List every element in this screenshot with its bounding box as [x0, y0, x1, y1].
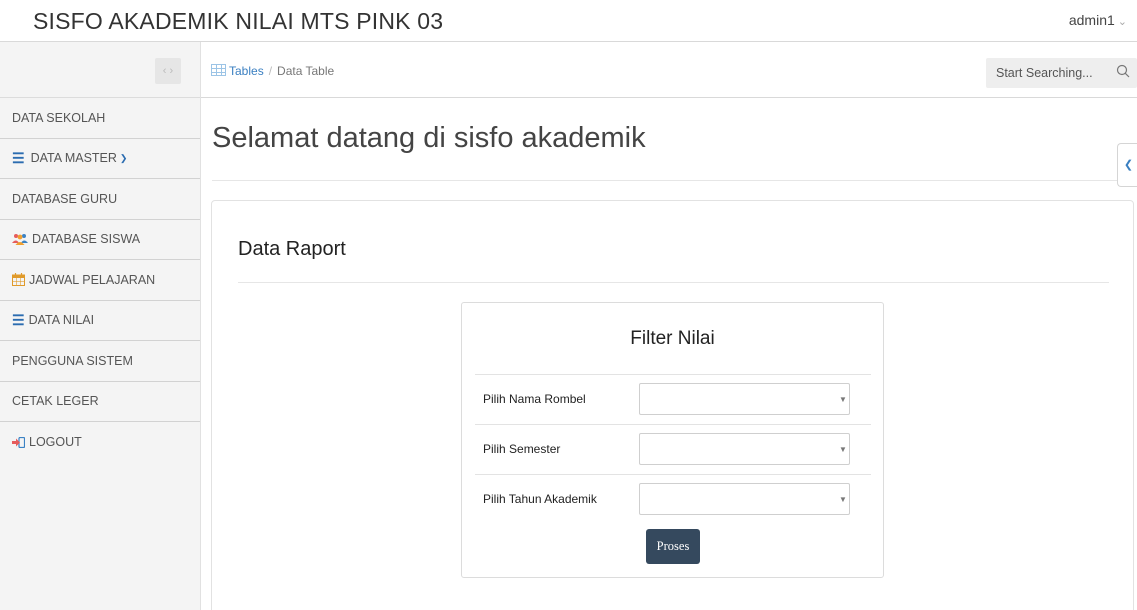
settings-panel-toggle[interactable]: ❮ [1117, 143, 1137, 187]
sidebar-item-pengguna-sistem[interactable]: PENGGUNA SISTEM [0, 341, 200, 382]
sidebar-item-label: DATABASE SISWA [32, 232, 141, 247]
filter-row-rombel: Pilih Nama Rombel ▼ [475, 374, 871, 424]
sidebar-item-label: PENGGUNA SISTEM [12, 353, 133, 368]
filter-nilai-box: Filter Nilai Pilih Nama Rombel ▼ Pilih S… [461, 302, 884, 578]
sidebar-item-jadwal-pelajaran[interactable]: JADWAL PELAJARAN [0, 260, 200, 301]
sidebar-item-label: DATA NILAI [28, 313, 95, 328]
filter-title: Filter Nilai [630, 328, 715, 349]
breadcrumb-bar: Tables / Data Table [201, 42, 1137, 98]
panel-title: Data Raport [238, 238, 346, 260]
sidebar-item-data-sekolah[interactable]: DATA SEKOLAH [0, 98, 200, 139]
sidebar-item-label: CETAK LEGER [12, 394, 99, 409]
logout-icon [12, 436, 25, 448]
bars-icon: ☰ [12, 149, 25, 166]
sidebar-item-logout[interactable]: LOGOUT [0, 422, 200, 463]
breadcrumb-current: Data Table [277, 64, 335, 78]
rombel-select[interactable] [639, 383, 850, 415]
sidebar-item-cetak-leger[interactable]: CETAK LEGER [0, 382, 200, 422]
breadcrumb: Tables / Data Table [211, 64, 334, 78]
users-icon [12, 234, 28, 246]
bars-icon: ☰ [12, 311, 25, 328]
chevron-down-icon: ⌄ [1117, 16, 1127, 28]
search-input[interactable] [986, 58, 1104, 88]
sidebar-item-label: DATA MASTER [30, 151, 117, 166]
sidebar-item-label: LOGOUT [29, 435, 82, 450]
divider [212, 180, 1132, 181]
chevron-down-icon: ❯ [119, 152, 128, 163]
field-label: Pilih Semester [483, 442, 561, 456]
tahun-akademik-select[interactable] [639, 483, 850, 515]
user-name: admin1 [1068, 12, 1115, 28]
field-label: Pilih Tahun Akademik [483, 492, 597, 506]
user-menu[interactable]: admin1 ⌄ [1069, 12, 1127, 28]
sidebar: ‹ › DATA SEKOLAH ☰ DATA MASTER ❯ DATABAS… [0, 42, 201, 610]
sidebar-item-database-guru[interactable]: DATABASE GURU [0, 179, 200, 220]
sidebar-item-label: DATA SEKOLAH [12, 110, 106, 125]
search-icon[interactable] [1116, 64, 1130, 78]
page-title: Selamat datang di sisfo akademik [212, 122, 646, 154]
app-title: SISFO AKADEMIK NILAI MTS PINK 03 [33, 8, 444, 34]
table-icon [211, 64, 226, 76]
sidebar-toggle-button[interactable]: ‹ › [155, 58, 181, 84]
chevron-left-icon: ❮ [1123, 159, 1134, 171]
divider [238, 282, 1109, 283]
sidebar-item-database-siswa[interactable]: DATABASE SISWA [0, 220, 200, 260]
sidebar-item-label: JADWAL PELAJARAN [29, 272, 156, 287]
proses-button[interactable]: Proses [646, 529, 700, 564]
filter-row-tahun-akademik: Pilih Tahun Akademik ▼ [475, 474, 871, 524]
breadcrumb-link-tables[interactable]: Tables [229, 64, 264, 78]
filter-row-semester: Pilih Semester ▼ [475, 424, 871, 474]
semester-select[interactable] [639, 433, 850, 465]
sidebar-header: ‹ › [0, 42, 200, 98]
field-label: Pilih Nama Rombel [483, 392, 586, 406]
code-arrows-icon: ‹ › [162, 65, 174, 77]
sidebar-item-data-master[interactable]: ☰ DATA MASTER ❯ [0, 139, 200, 179]
top-navbar: SISFO AKADEMIK NILAI MTS PINK 03 admin1 ⌄ [0, 0, 1137, 42]
breadcrumb-separator: / [268, 64, 273, 78]
sidebar-item-label: DATABASE GURU [12, 191, 118, 206]
sidebar-item-data-nilai[interactable]: ☰ DATA NILAI [0, 301, 200, 341]
calendar-icon [12, 273, 25, 287]
search-box [986, 58, 1137, 88]
